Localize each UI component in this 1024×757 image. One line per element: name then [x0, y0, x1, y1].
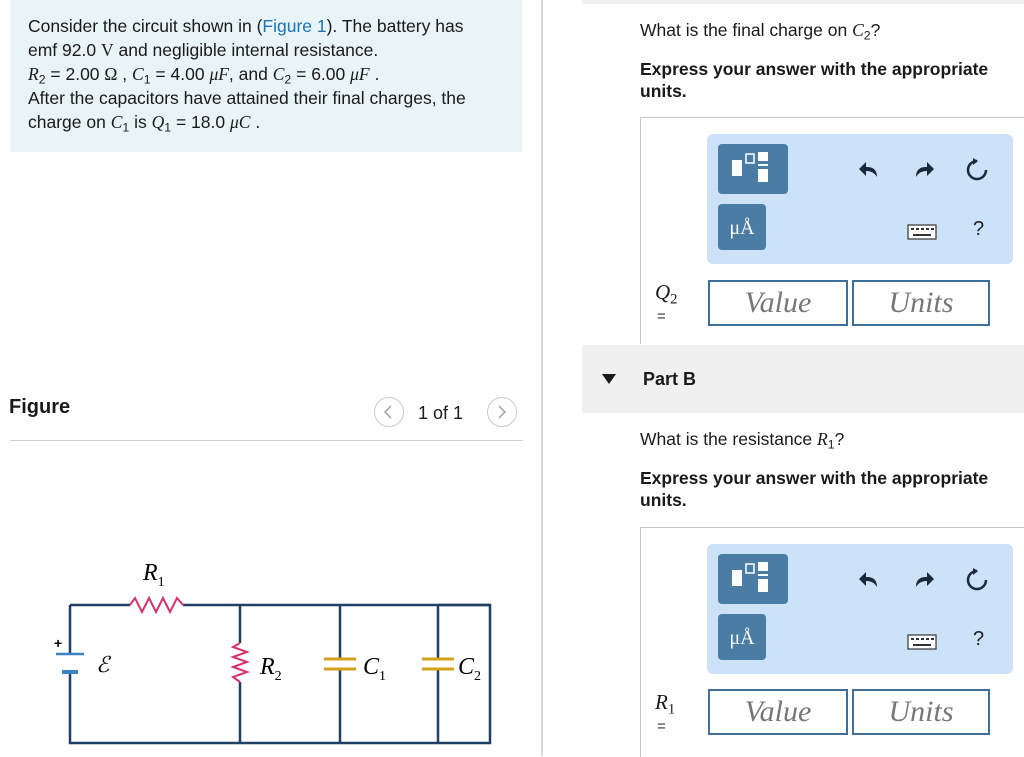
units-input[interactable]: Units	[852, 280, 990, 326]
template-button[interactable]	[718, 554, 788, 604]
part-a-header-strip	[582, 0, 1024, 4]
part-b-question: What is the resistance R1?	[640, 429, 845, 452]
part-a-answer-panel: μÅ ? Q2 = Value Units	[640, 117, 1024, 344]
r1-label: R1	[142, 560, 165, 590]
symbol-r2: R	[28, 64, 39, 84]
unit-volt: V	[100, 40, 114, 60]
template-icon	[732, 562, 768, 592]
symbol-q1: Q	[151, 112, 165, 132]
c1-label: C1	[363, 654, 386, 684]
emf-label: ℰ	[96, 652, 112, 677]
problem-text-part: emf 92.0	[28, 40, 97, 60]
part-a-question: What is the final charge on C2?	[640, 20, 881, 43]
value-c2: = 6.00	[291, 64, 346, 84]
math-toolbar: μÅ ?	[707, 134, 1013, 264]
redo-icon[interactable]	[912, 570, 936, 590]
subscript: 1	[827, 437, 835, 452]
problem-text-part: , and	[228, 64, 268, 84]
symbol-c2: C	[852, 20, 864, 40]
circuit-diagram: + ℰ R1 R2 C1 C2	[54, 560, 492, 745]
template-button[interactable]	[718, 144, 788, 194]
answer-variable-label: Q2	[655, 280, 678, 308]
unit-ohm: Ω	[104, 64, 118, 84]
symbol-r1: R	[817, 429, 828, 449]
keyboard-icon[interactable]	[907, 224, 937, 240]
unit-microfarad: μF	[209, 64, 229, 84]
problem-text-part: Consider the circuit shown in (	[28, 16, 263, 36]
triangle-down-icon	[602, 374, 616, 384]
problem-text-part: is	[134, 112, 147, 132]
next-figure-button[interactable]	[487, 397, 517, 427]
battery-plus-sign: +	[54, 635, 62, 651]
chevron-left-icon	[383, 405, 392, 419]
template-icon	[732, 152, 768, 182]
value-input[interactable]: Value	[708, 280, 848, 326]
resistor-r2	[230, 642, 250, 683]
value-c1: = 4.00	[150, 64, 205, 84]
part-b-title: Part B	[643, 369, 697, 389]
problem-statement-box: Consider the circuit shown in (Figure 1)…	[10, 0, 522, 152]
answer-variable-label: R1	[655, 690, 676, 718]
figure-heading: Figure	[9, 396, 71, 418]
problem-text-part: and negligible internal resistance.	[118, 40, 379, 60]
figure-counter: 1 of 1	[418, 403, 464, 423]
unit-microcoulomb: μC	[229, 112, 251, 132]
problem-text: Consider the circuit shown in (Figure 1)…	[28, 16, 466, 135]
question-mark: ?	[870, 20, 881, 40]
value-input[interactable]: Value	[708, 689, 848, 735]
math-toolbar: μÅ ?	[707, 544, 1013, 674]
chevron-right-icon	[498, 405, 507, 419]
subscript: 1	[143, 72, 151, 87]
problem-text-part: After the capacitors have attained their…	[28, 88, 466, 108]
figure-divider	[10, 440, 523, 441]
redo-icon[interactable]	[912, 160, 936, 180]
part-a-instruction: Express your answer with the appropriate…	[640, 59, 989, 101]
help-button[interactable]: ?	[973, 628, 984, 651]
subscript: 2	[863, 28, 871, 43]
figure-link[interactable]: Figure 1	[262, 16, 326, 36]
equals-sign: =	[657, 718, 666, 735]
units-input[interactable]: Units	[852, 689, 990, 735]
column-divider	[541, 0, 543, 756]
equals-sign: =	[657, 308, 666, 325]
help-button[interactable]: ?	[973, 218, 984, 241]
reset-icon[interactable]	[964, 157, 990, 183]
part-b-answer-panel: μÅ ? R1 = Value Units	[640, 527, 1024, 757]
question-text: What is the resistance	[640, 429, 813, 449]
symbol-c1: C	[110, 112, 123, 132]
value-q1: = 18.0	[171, 112, 226, 132]
problem-text-part: charge on	[28, 112, 106, 132]
symbol-c1: C	[132, 64, 144, 84]
symbol-c2: C	[272, 64, 285, 84]
value-r2: = 2.00	[45, 64, 100, 84]
units-button[interactable]: μÅ	[718, 204, 766, 250]
subscript: 2	[38, 72, 46, 87]
units-button[interactable]: μÅ	[718, 614, 766, 660]
c2-label: C2	[458, 654, 481, 684]
unit-microfarad: μF	[350, 64, 370, 84]
part-b-instruction: Express your answer with the appropriate…	[640, 468, 989, 510]
undo-icon[interactable]	[857, 160, 881, 180]
part-b-header[interactable]: Part B	[582, 345, 1024, 413]
reset-icon[interactable]	[964, 567, 990, 593]
previous-figure-button[interactable]	[374, 397, 404, 427]
keyboard-icon[interactable]	[907, 634, 937, 650]
resistor-r1	[129, 595, 184, 615]
subscript: 1	[122, 120, 130, 135]
question-mark: ?	[834, 429, 845, 449]
question-text: What is the final charge on	[640, 20, 848, 40]
undo-icon[interactable]	[857, 570, 881, 590]
r2-label: R2	[259, 654, 282, 684]
problem-text-part: ). The battery has	[326, 16, 464, 36]
